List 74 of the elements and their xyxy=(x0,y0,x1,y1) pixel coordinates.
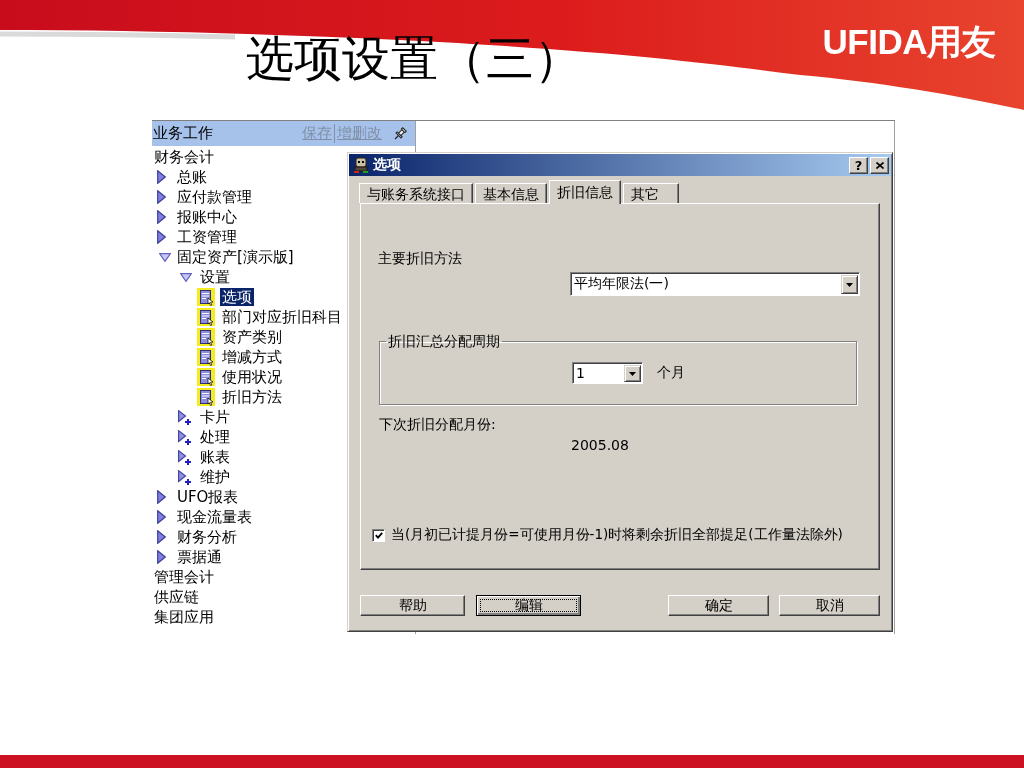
tree-item[interactable]: 卡片 xyxy=(198,408,232,426)
tree-item[interactable]: 财务会计 xyxy=(152,148,216,166)
period-dropdown[interactable]: 1 xyxy=(572,362,643,384)
tree-item[interactable]: 供应链 xyxy=(152,588,201,606)
tree-item[interactable]: UFO报表 xyxy=(175,488,241,506)
tree-item[interactable]: 集团应用 xyxy=(152,608,216,626)
document-icon xyxy=(197,308,215,326)
dialog-title: 选项 xyxy=(373,156,401,174)
depreciation-method-dropdown[interactable]: 平均年限法(一) xyxy=(570,272,860,296)
unit-label: 个月 xyxy=(657,364,685,382)
tree-item[interactable]: 处理 xyxy=(198,428,232,446)
triangle-right-icon[interactable] xyxy=(157,210,166,224)
tab[interactable]: 折旧信息 xyxy=(549,180,621,204)
triangle-plus-icon[interactable] xyxy=(178,469,191,485)
close-icon xyxy=(875,161,884,169)
tree-item[interactable]: 增减方式 xyxy=(220,348,284,366)
tree-item[interactable]: 应付款管理 xyxy=(175,188,254,206)
dialog-button[interactable]: 取消 xyxy=(779,595,880,616)
tab[interactable]: 其它 xyxy=(623,183,679,203)
help-button[interactable]: ? xyxy=(849,156,868,174)
tree-item[interactable]: 资产类别 xyxy=(220,328,284,346)
tab[interactable]: 基本信息 xyxy=(475,183,547,203)
dialog-button[interactable]: 帮助 xyxy=(360,595,465,616)
brand-logo: UFIDA用友 xyxy=(822,22,996,62)
tree-item[interactable]: 部门对应折旧科目 xyxy=(220,308,344,326)
tree-item[interactable]: 设置 xyxy=(198,268,232,286)
tree-item[interactable]: 工资管理 xyxy=(175,228,239,246)
triangle-right-icon[interactable] xyxy=(157,230,166,244)
tree-item[interactable]: 维护 xyxy=(198,468,232,486)
dropdown-button[interactable] xyxy=(624,365,641,382)
document-icon xyxy=(197,328,215,346)
triangle-down-icon[interactable] xyxy=(180,272,192,282)
caret-down-icon xyxy=(846,282,853,287)
triangle-right-icon[interactable] xyxy=(157,190,166,204)
tree-item[interactable]: 总账 xyxy=(175,168,209,186)
tree-item[interactable]: 财务分析 xyxy=(175,528,239,546)
close-button[interactable] xyxy=(870,156,889,174)
tree-item[interactable]: 现金流量表 xyxy=(175,508,254,526)
group-label: 折旧汇总分配周期 xyxy=(387,333,501,349)
document-icon xyxy=(197,368,215,386)
document-icon xyxy=(197,388,215,406)
triangle-plus-icon[interactable] xyxy=(178,429,191,445)
checkmark-icon xyxy=(374,531,383,539)
next-month-value: 2005.08 xyxy=(571,437,629,453)
field-label: 主要折旧方法 xyxy=(378,250,462,266)
tab[interactable]: 与账务系统接口 xyxy=(359,183,473,203)
tree-item[interactable]: 报账中心 xyxy=(175,208,239,226)
triangle-down-icon[interactable] xyxy=(159,252,171,262)
checkbox[interactable] xyxy=(372,528,385,542)
triangle-right-icon[interactable] xyxy=(157,510,166,524)
triangle-right-icon[interactable] xyxy=(157,550,166,564)
triangle-plus-icon[interactable] xyxy=(178,409,191,425)
tree-item[interactable]: 使用状况 xyxy=(220,368,284,386)
panel-title: 业务工作 xyxy=(153,124,213,143)
triangle-right-icon[interactable] xyxy=(157,170,166,184)
tree-item[interactable]: 折旧方法 xyxy=(220,388,284,406)
tree-item[interactable]: 票据通 xyxy=(175,548,224,566)
robot-icon xyxy=(353,157,369,173)
dialog-button[interactable]: 编辑 xyxy=(476,595,581,616)
document-icon xyxy=(197,348,215,366)
checkbox-label: 当(月初已计提月份=可使用月份-1)时将剩余折旧全部提足(工作量法除外) xyxy=(391,526,843,544)
dropdown-button[interactable] xyxy=(841,275,858,294)
pushpin-icon[interactable] xyxy=(393,126,407,141)
field-label: 下次折旧分配月份: xyxy=(379,416,496,432)
tree-item[interactable]: 选项 xyxy=(220,288,254,306)
dialog-button[interactable]: 确定 xyxy=(668,595,769,616)
tree-item[interactable]: 管理会计 xyxy=(152,568,216,586)
document-icon xyxy=(197,288,215,306)
triangle-right-icon[interactable] xyxy=(157,530,166,544)
triangle-plus-icon[interactable] xyxy=(178,449,191,465)
caret-down-icon xyxy=(629,371,636,376)
triangle-right-icon[interactable] xyxy=(157,490,166,504)
tree-item[interactable]: 账表 xyxy=(198,448,232,466)
tree-item[interactable]: 固定资产[演示版] xyxy=(175,248,296,266)
